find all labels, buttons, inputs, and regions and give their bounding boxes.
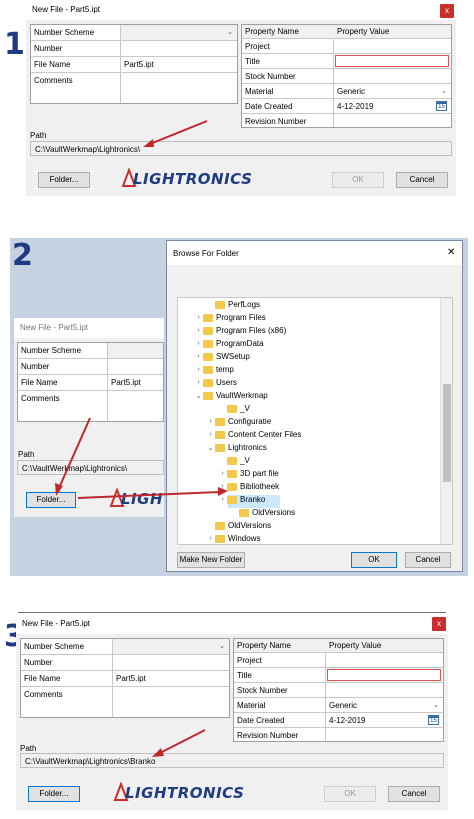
cancel-button[interactable]: Cancel: [388, 786, 440, 802]
prop-stock-number-value[interactable]: [326, 683, 443, 697]
annotation-arrow-3: [152, 729, 206, 757]
ok-button[interactable]: OK: [324, 786, 376, 802]
file-name-label: File Name: [24, 674, 61, 683]
prop-stock-number-label: Stock Number: [237, 686, 288, 695]
browse-ok-button[interactable]: OK: [351, 552, 397, 568]
lightronics-logo: LIGHTRONICS: [112, 782, 244, 804]
folder-button[interactable]: Folder...: [28, 786, 80, 802]
annotation-arrows-2: [55, 417, 228, 499]
chevron-right-icon[interactable]: ›: [206, 535, 215, 542]
number-field[interactable]: [113, 655, 229, 670]
prop-project-label: Project: [237, 656, 262, 665]
prop-title-label: Title: [237, 671, 252, 680]
dialog-title: New File - Part5.ipt: [22, 619, 91, 628]
prop-project-value[interactable]: [326, 653, 443, 667]
chevron-down-icon: ⌄: [219, 643, 225, 650]
folder-icon: [215, 534, 225, 543]
divider: [18, 612, 446, 613]
property-value-header: Property Value: [329, 641, 382, 650]
title-bar: New File - Part5.ipt x: [16, 614, 448, 634]
property-name-header: Property Name: [237, 641, 291, 650]
annotation-arrow-1: [143, 120, 208, 147]
number-scheme-label: Number Scheme: [24, 642, 85, 651]
number-label: Number: [24, 658, 53, 667]
browse-cancel-button[interactable]: Cancel: [405, 552, 451, 568]
file-name-field[interactable]: Part5.ipt: [113, 671, 229, 686]
make-new-folder-button[interactable]: Make New Folder: [177, 552, 245, 568]
close-button[interactable]: x: [432, 617, 446, 631]
number-scheme-combo[interactable]: ⌄: [113, 639, 229, 654]
tree-item-label: Windows: [228, 534, 261, 543]
title-input[interactable]: [327, 669, 441, 681]
tree-item[interactable]: › Windows: [206, 534, 261, 544]
